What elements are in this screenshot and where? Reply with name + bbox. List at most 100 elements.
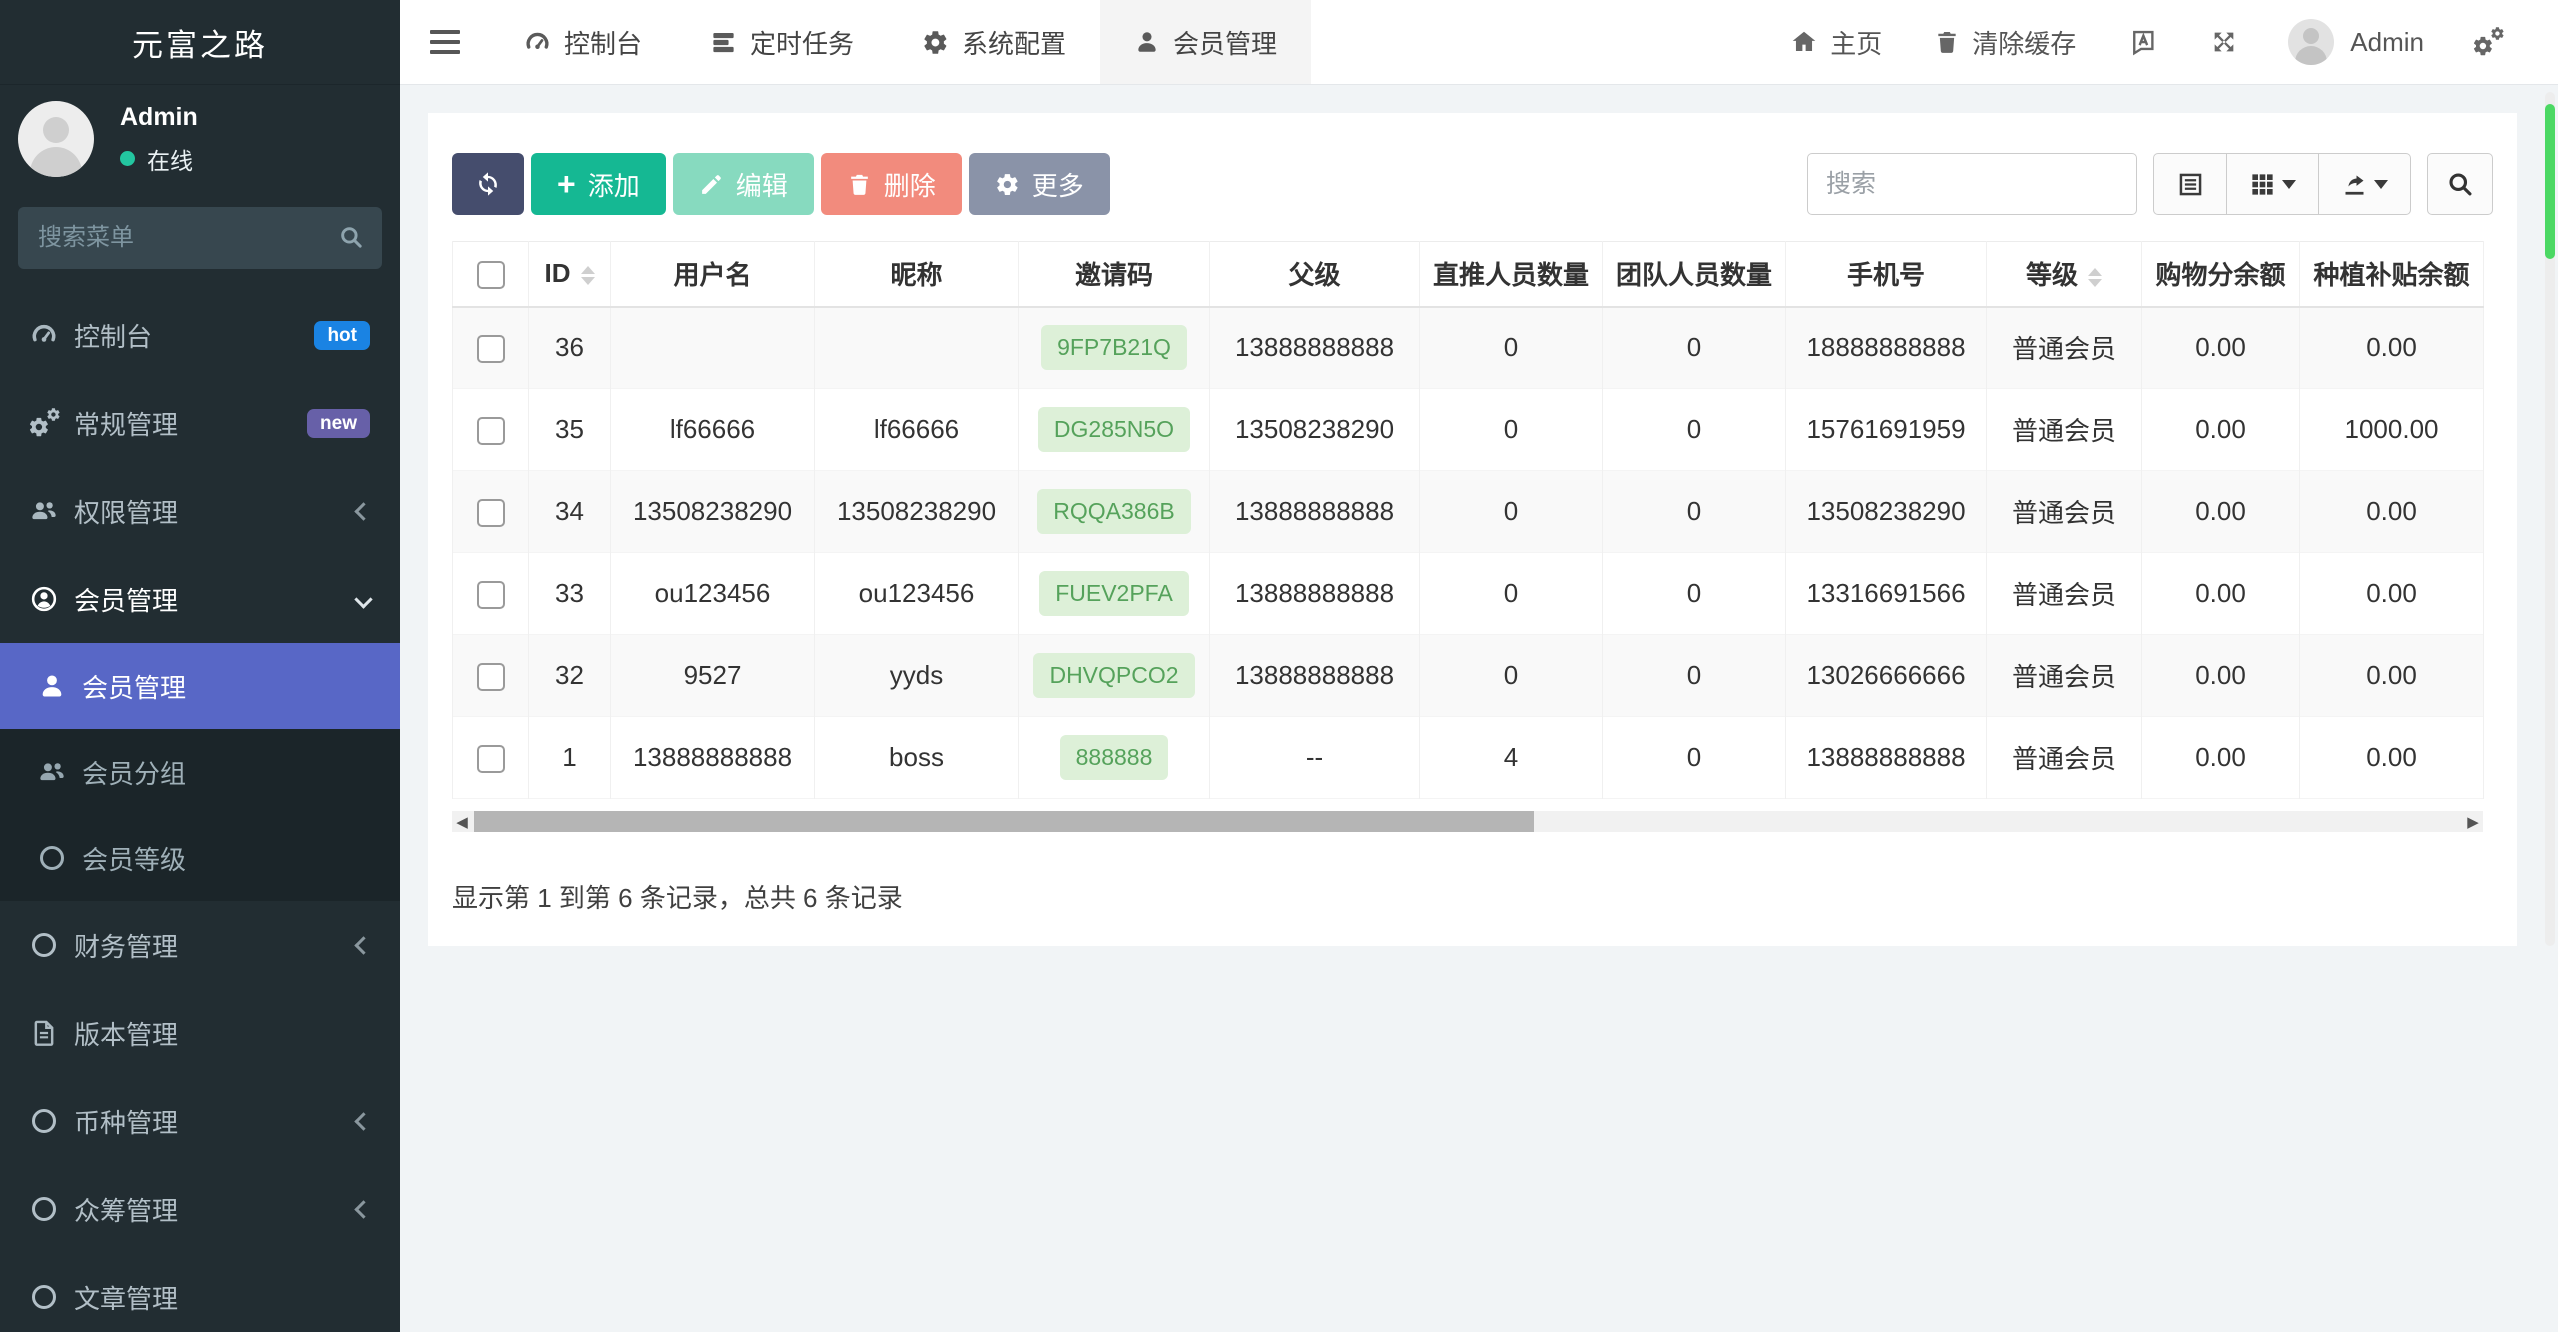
user-circle-icon xyxy=(30,585,58,613)
table-row: 34 13508238290 13508238290 RQQA386B 1388… xyxy=(452,470,2484,553)
chevron-left-icon xyxy=(354,1111,373,1131)
table-header-row: ID 用户名 昵称 邀请码 父级 直推人员数量 团队人员数量 手机号 等级 购物… xyxy=(452,241,2484,308)
invite-code-badge: FUEV2PFA xyxy=(1039,571,1189,616)
language-icon xyxy=(2128,27,2158,57)
sidebar-item-auth[interactable]: 权限管理 xyxy=(0,467,400,555)
edit-button[interactable]: 编辑 xyxy=(672,153,814,215)
tab-config[interactable]: 系统配置 xyxy=(888,0,1100,84)
page-scrollbar[interactable] xyxy=(2545,92,2555,946)
online-dot xyxy=(120,151,135,166)
row-checkbox[interactable] xyxy=(476,663,505,692)
sidebar-item-crowdfund[interactable]: 众筹管理 xyxy=(0,1165,400,1253)
scrollbar-thumb[interactable] xyxy=(474,811,1534,832)
add-button[interactable]: + 添加 xyxy=(531,153,666,215)
dashboard-icon xyxy=(524,29,551,56)
export-icon xyxy=(2341,171,2368,198)
user-icon xyxy=(38,672,66,700)
dashboard-icon xyxy=(30,321,58,349)
scroll-right-arrow[interactable]: ▶ xyxy=(2463,811,2483,832)
member-submenu: 会员管理 会员分组 会员等级 xyxy=(0,643,400,901)
search-icon xyxy=(2446,170,2474,198)
settings-button[interactable] xyxy=(2448,0,2528,84)
expand-icon xyxy=(2210,28,2238,56)
sidebar-item-currency[interactable]: 币种管理 xyxy=(0,1077,400,1165)
sidebar-item-member-level[interactable]: 会员等级 xyxy=(0,815,400,901)
col-parent: 父级 xyxy=(1209,241,1420,308)
sidebar-item-article[interactable]: 文章管理 xyxy=(0,1253,400,1332)
row-checkbox[interactable] xyxy=(476,417,505,446)
tab-console[interactable]: 控制台 xyxy=(490,0,676,84)
member-table: ID 用户名 昵称 邀请码 父级 直推人员数量 团队人员数量 手机号 等级 购物… xyxy=(452,241,2484,799)
row-checkbox[interactable] xyxy=(476,499,505,528)
table-row: 33 ou123456 ou123456 FUEV2PFA 1388888888… xyxy=(452,552,2484,635)
user-menu[interactable]: Admin xyxy=(2264,19,2448,65)
view-button-group xyxy=(2153,153,2411,215)
select-all-checkbox[interactable] xyxy=(476,261,505,290)
table-row: 32 9527 yyds DHVQPCO2 13888888888 0 0 13… xyxy=(452,634,2484,717)
circle-icon xyxy=(32,1285,56,1309)
export-button[interactable] xyxy=(2319,153,2411,215)
caret-down-icon xyxy=(2282,179,2296,189)
users-icon xyxy=(30,497,58,525)
clear-cache-link[interactable]: 清除缓存 xyxy=(1908,0,2102,84)
refresh-icon xyxy=(474,170,502,198)
tab-cron[interactable]: 定时任务 xyxy=(676,0,888,84)
row-checkbox[interactable] xyxy=(476,335,505,364)
col-level[interactable]: 等级 xyxy=(1986,241,2142,308)
invite-code-badge: 9FP7B21Q xyxy=(1041,325,1187,371)
home-link[interactable]: 主页 xyxy=(1764,0,1908,84)
home-icon xyxy=(1790,28,1818,56)
sidebar-item-finance[interactable]: 财务管理 xyxy=(0,901,400,989)
row-checkbox[interactable] xyxy=(476,581,505,610)
sort-icon xyxy=(580,265,595,285)
sidebar-item-console[interactable]: 控制台 hot xyxy=(0,291,400,379)
language-button[interactable] xyxy=(2102,0,2184,84)
grid-icon xyxy=(2249,171,2276,198)
menu-search xyxy=(18,207,382,269)
col-direct: 直推人员数量 xyxy=(1419,241,1603,308)
delete-button[interactable]: 删除 xyxy=(820,153,962,215)
sidebar-item-general[interactable]: 常规管理 new xyxy=(0,379,400,467)
table-search-input[interactable] xyxy=(1807,153,2137,215)
table-row: 36 9FP7B21Q 13888888888 0 0 18888888888 … xyxy=(452,306,2484,389)
sidebar-item-version[interactable]: 版本管理 xyxy=(0,989,400,1077)
tab-member[interactable]: 会员管理 xyxy=(1100,0,1312,84)
gears-icon xyxy=(2474,28,2502,56)
circle-icon xyxy=(32,1109,56,1133)
sidebar-toggle-button[interactable] xyxy=(400,0,490,84)
trash-icon xyxy=(847,172,872,197)
fullscreen-button[interactable] xyxy=(2184,0,2264,84)
menu-search-input[interactable] xyxy=(18,207,382,269)
col-username: 用户名 xyxy=(610,241,815,308)
horizontal-scrollbar[interactable]: ◀ ▶ xyxy=(452,811,2483,832)
more-button[interactable]: 更多 xyxy=(968,153,1110,215)
detail-view-button[interactable] xyxy=(2153,153,2227,215)
refresh-button[interactable] xyxy=(452,153,524,215)
list-detail-icon xyxy=(2177,171,2204,198)
table-row: 1 13888888888 boss 888888 -- 4 0 1388888… xyxy=(452,716,2484,799)
sidebar-item-member-parent[interactable]: 会员管理 xyxy=(0,555,400,643)
scroll-left-arrow[interactable]: ◀ xyxy=(452,811,472,832)
circle-icon xyxy=(32,1197,56,1221)
gear-icon xyxy=(995,172,1020,197)
page-scrollbar-thumb[interactable] xyxy=(2545,104,2555,259)
sidebar-item-member-group[interactable]: 会员分组 xyxy=(0,729,400,815)
chevron-left-icon xyxy=(354,501,373,521)
sidebar-item-member[interactable]: 会员管理 xyxy=(0,643,400,729)
sidebar-menu: 控制台 hot 常规管理 new 权限管理 会员管理 会员管理 会员分组 会员等… xyxy=(0,291,400,1332)
chevron-left-icon xyxy=(354,935,373,955)
search-button[interactable] xyxy=(2427,153,2493,215)
invite-code-badge: DG285N5O xyxy=(1037,407,1191,452)
user-name: Admin xyxy=(120,102,198,131)
gear-icon xyxy=(922,29,949,56)
col-id[interactable]: ID xyxy=(528,241,611,308)
toolbar-right xyxy=(1807,153,2493,215)
col-shop: 购物分余额 xyxy=(2141,241,2300,308)
col-code: 邀请码 xyxy=(1018,241,1210,308)
pencil-icon xyxy=(699,172,724,197)
columns-button[interactable] xyxy=(2227,153,2319,215)
col-phone: 手机号 xyxy=(1785,241,1987,308)
col-nickname: 昵称 xyxy=(814,241,1019,308)
table-wrapper: ID 用户名 昵称 邀请码 父级 直推人员数量 团队人员数量 手机号 等级 购物… xyxy=(452,241,2493,832)
row-checkbox[interactable] xyxy=(476,745,505,774)
